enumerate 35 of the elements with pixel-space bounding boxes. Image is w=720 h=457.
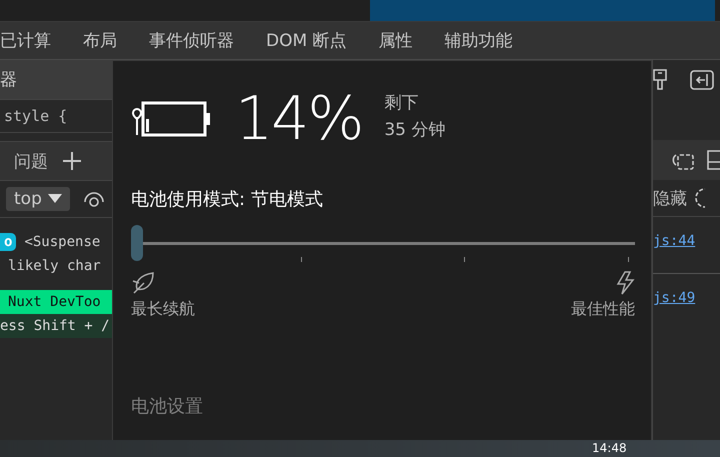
panel-tab[interactable]: 辅助功能	[428, 22, 529, 59]
drawer-tab[interactable]: 问题	[14, 150, 48, 172]
lightning-icon	[615, 271, 635, 295]
min-label: 最长续航	[131, 299, 195, 320]
panel-icon[interactable]	[706, 149, 720, 171]
hidden-count-label: 隐藏	[653, 188, 687, 210]
leaf-icon	[131, 271, 155, 295]
dock-icon[interactable]	[690, 70, 714, 90]
caret-icon	[48, 194, 62, 204]
taskbar-clock: 14:48	[592, 440, 627, 457]
panel-tab[interactable]: DOM 断点	[250, 22, 363, 59]
context-dropdown[interactable]: top	[6, 187, 70, 211]
remaining-time: 35 分钟	[384, 119, 446, 141]
panel-tab[interactable]: 事件侦听器	[133, 22, 250, 59]
panel-tab[interactable]: 已计算	[0, 22, 67, 59]
log-badge: o	[0, 233, 16, 251]
source-link[interactable]: js:49	[653, 278, 720, 318]
console-text: likely char	[7, 258, 101, 274]
battery-percent: 14%	[235, 89, 362, 149]
power-mode-label: 电池使用模式: 节电模式	[131, 188, 324, 211]
battery-settings-link[interactable]: 电池设置	[131, 394, 203, 418]
console-banner: Nuxt DevToo	[0, 290, 112, 314]
panel-tab[interactable]: 布局	[67, 22, 133, 59]
add-icon[interactable]	[62, 151, 82, 171]
brush-icon[interactable]	[653, 69, 667, 91]
source-link[interactable]: js:44	[653, 221, 720, 261]
max-label: 最佳性能	[571, 299, 635, 320]
eye-icon[interactable]	[84, 190, 104, 208]
slider-thumb[interactable]	[131, 225, 143, 261]
remaining-label: 剩下	[384, 92, 420, 114]
panel-header: 器	[0, 60, 112, 100]
console-hint: ess Shift + /	[0, 314, 112, 338]
console-text: <Suspense	[24, 234, 100, 250]
battery-saver-icon	[131, 99, 211, 139]
panel-tab[interactable]: 属性	[362, 22, 429, 59]
